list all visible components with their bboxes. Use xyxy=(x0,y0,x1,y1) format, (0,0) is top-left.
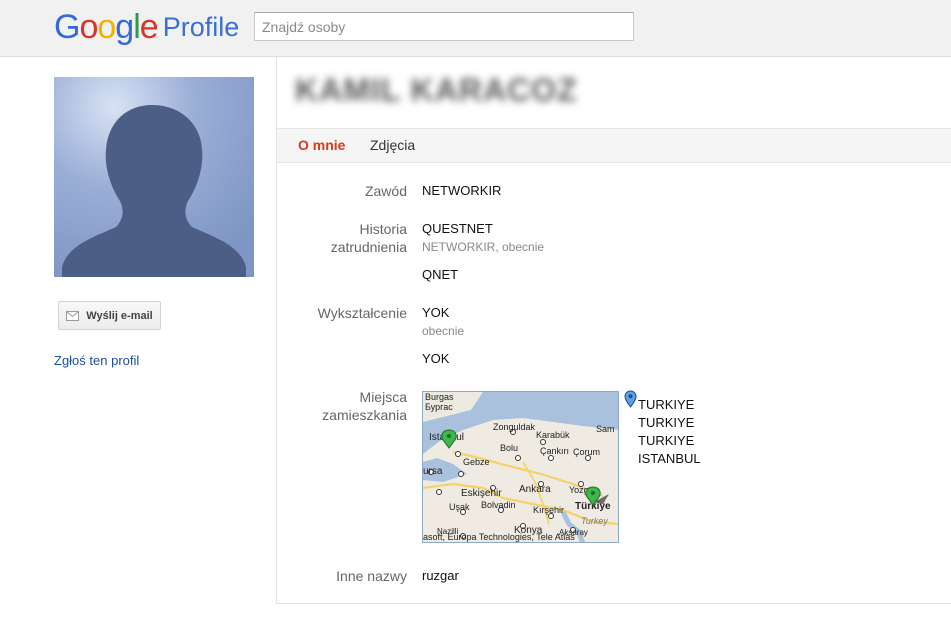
send-email-label: Wyślij e-mail xyxy=(86,309,153,322)
place-item: TURKIYE xyxy=(638,397,695,412)
map-label: ursa xyxy=(423,466,443,477)
map-canvas: Burgas Бургас Zonguldak Karabük Sam Ista… xyxy=(423,392,618,542)
map-label: Gebze xyxy=(463,457,490,467)
employment-label-line: Historia xyxy=(359,221,407,237)
map-label: Kırşehir xyxy=(533,505,564,515)
envelope-icon xyxy=(66,310,80,321)
report-profile-link[interactable]: Zgłoś ten profil xyxy=(54,353,139,368)
other-names-value: ruzgar xyxy=(422,568,459,583)
send-email-button[interactable]: Wyślij e-mail xyxy=(58,301,161,330)
occupation-label: Zawód xyxy=(364,183,407,199)
employment-detail: NETWORKIR, obecnie xyxy=(422,240,545,254)
logo-letter: g xyxy=(115,8,134,46)
map-label: Burgas xyxy=(425,392,454,402)
places-label-line: Miejsca xyxy=(359,389,407,405)
search-input[interactable] xyxy=(254,12,634,41)
employment-label-line: zatrudnienia xyxy=(330,239,407,255)
map-label: Sam xyxy=(596,424,615,434)
education-name: YOK xyxy=(422,351,450,366)
education-detail: obecnie xyxy=(422,324,465,338)
education-name: YOK xyxy=(422,305,450,320)
map-label: Çorum xyxy=(573,447,600,457)
map-label: Çankırı xyxy=(540,446,569,456)
map-label: Karabük xyxy=(536,430,570,440)
map-label: Ankara xyxy=(519,484,551,495)
employment-name: QUESTNET xyxy=(422,221,493,236)
places-label: Miejsca zamieszkania xyxy=(322,388,407,424)
logo-letter: o xyxy=(79,8,98,46)
map-label: Bolvadin xyxy=(481,500,516,510)
logo-word: Profile xyxy=(162,12,240,42)
logo-letter: e xyxy=(139,8,159,46)
map-label: Zonguldak xyxy=(493,422,536,432)
employment-name: QNET xyxy=(422,267,459,282)
other-names-label: Inne nazwy xyxy=(336,568,407,584)
avatar xyxy=(54,77,254,277)
profile-name: KAMIL KARACOZ xyxy=(295,72,578,108)
map-pin-icon xyxy=(624,390,637,408)
place-item: TURKIYE xyxy=(638,433,695,448)
places-map[interactable]: Burgas Бургас Zonguldak Karabük Sam Ista… xyxy=(422,391,619,543)
logo-letter: o xyxy=(97,8,116,46)
tab-bar: O mnie Zdjęcia xyxy=(277,128,951,163)
map-label: Turkey xyxy=(581,516,608,526)
map-attribution: asoft, Europa Technologies, Tele Atlas xyxy=(423,532,575,542)
place-item: TURKIYE xyxy=(638,415,695,430)
occupation-value: NETWORKIR xyxy=(422,183,502,198)
map-label: Eskişehir xyxy=(461,488,502,499)
places-label-line: zamieszkania xyxy=(322,407,407,423)
top-bar: Google Profile xyxy=(0,0,951,57)
logo-letter: G xyxy=(54,8,80,46)
tab-photos[interactable]: Zdjęcia xyxy=(370,137,415,153)
place-item: ISTANBUL xyxy=(638,451,701,466)
employment-label: Historia zatrudnienia xyxy=(331,220,407,256)
map-label: Uşak xyxy=(449,502,470,512)
default-avatar-silhouette xyxy=(54,77,254,277)
tab-about[interactable]: O mnie xyxy=(298,137,345,153)
education-label: Wykształcenie xyxy=(317,305,407,321)
google-profile-logo[interactable]: Google Profile xyxy=(54,8,239,47)
map-label: Бургас xyxy=(425,402,453,412)
map-label: Bolu xyxy=(500,443,518,453)
